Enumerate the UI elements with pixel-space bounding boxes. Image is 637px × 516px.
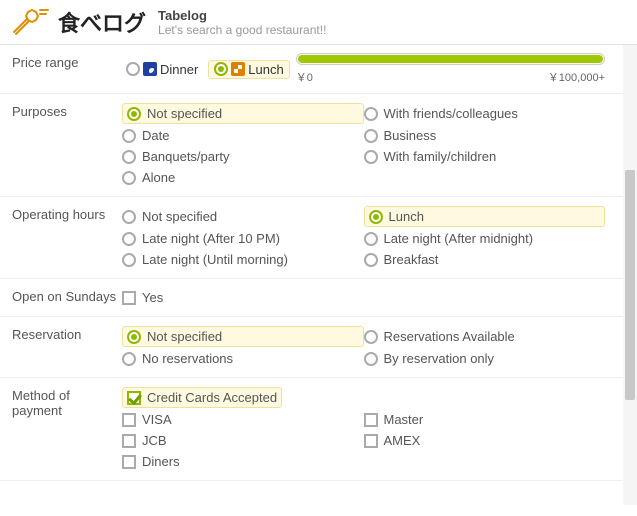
scrollbar[interactable] xyxy=(623,45,637,505)
tabelog-logo-icon xyxy=(10,6,52,38)
scrollbar-thumb[interactable] xyxy=(625,170,635,400)
hours-not-specified[interactable]: Not specified xyxy=(122,205,364,228)
checkbox-icon xyxy=(127,391,141,405)
checkbox-icon xyxy=(364,434,378,448)
app-name: Tabelog xyxy=(158,8,326,23)
tagline: Let's search a good restaurant!! xyxy=(158,23,326,37)
row-price-range: Price range Dinner Lunch ￥0 ￥100,000+ xyxy=(0,45,637,94)
logo-area: 食べログ xyxy=(10,6,146,38)
radio-icon xyxy=(364,232,378,246)
radio-icon xyxy=(126,62,140,76)
price-slider[interactable]: ￥0 ￥100,000+ xyxy=(296,53,605,85)
hours-until-morning[interactable]: Late night (Until morning) xyxy=(122,249,364,270)
toggle-lunch[interactable]: Lunch xyxy=(208,60,289,79)
reservation-only[interactable]: By reservation only xyxy=(364,348,606,369)
checkbox-icon xyxy=(122,434,136,448)
reservation-available[interactable]: Reservations Available xyxy=(364,325,606,348)
slider-fill xyxy=(298,55,603,63)
reservation-label: Reservation xyxy=(12,325,122,369)
purposes-label: Purposes xyxy=(12,102,122,188)
checkbox-icon xyxy=(364,413,378,427)
reservation-not-specified[interactable]: Not specified xyxy=(122,326,364,347)
radio-icon xyxy=(364,352,378,366)
radio-icon xyxy=(127,107,141,121)
radio-icon xyxy=(122,253,136,267)
hours-lunch[interactable]: Lunch xyxy=(364,206,606,227)
radio-icon xyxy=(122,352,136,366)
hours-after-midnight[interactable]: Late night (After midnight) xyxy=(364,228,606,249)
price-max: ￥100,000+ xyxy=(548,69,605,85)
radio-icon xyxy=(364,150,378,164)
radio-icon xyxy=(122,129,136,143)
hours-label: Operating hours xyxy=(12,205,122,270)
purpose-family[interactable]: With family/children xyxy=(364,146,606,167)
sun-icon xyxy=(231,62,245,76)
purpose-friends[interactable]: With friends/colleagues xyxy=(364,102,606,125)
price-min: ￥0 xyxy=(296,69,313,85)
payment-jcb[interactable]: JCB xyxy=(122,430,364,451)
checkbox-icon xyxy=(122,413,136,427)
lunch-label: Lunch xyxy=(248,62,283,77)
payment-label: Method of payment xyxy=(12,386,122,472)
reservation-none[interactable]: No reservations xyxy=(122,348,364,369)
app-header: 食べログ Tabelog Let's search a good restaur… xyxy=(0,0,637,45)
payment-diners[interactable]: Diners xyxy=(122,451,364,472)
radio-icon xyxy=(364,330,378,344)
radio-icon xyxy=(364,107,378,121)
purpose-alone[interactable]: Alone xyxy=(122,167,364,188)
radio-icon xyxy=(122,150,136,164)
slider-labels: ￥0 ￥100,000+ xyxy=(296,69,605,85)
checkbox-icon xyxy=(122,455,136,469)
payment-cc-accepted[interactable]: Credit Cards Accepted xyxy=(122,387,282,408)
purpose-banquets[interactable]: Banquets/party xyxy=(122,146,364,167)
checkbox-icon xyxy=(122,291,136,305)
payment-amex[interactable]: AMEX xyxy=(364,430,606,451)
radio-icon xyxy=(364,253,378,267)
payment-master[interactable]: Master xyxy=(364,409,606,430)
moon-icon xyxy=(143,62,157,76)
toggle-dinner[interactable]: Dinner xyxy=(122,62,202,77)
row-hours: Operating hours Not specified Lunch Late… xyxy=(0,197,637,279)
hours-breakfast[interactable]: Breakfast xyxy=(364,249,606,270)
radio-icon xyxy=(364,129,378,143)
sunday-label: Open on Sundays xyxy=(12,287,122,308)
purpose-date[interactable]: Date xyxy=(122,125,364,146)
purpose-business[interactable]: Business xyxy=(364,125,606,146)
price-range-label: Price range xyxy=(12,53,122,85)
slider-track[interactable] xyxy=(296,53,605,65)
sunday-yes[interactable]: Yes xyxy=(122,287,605,308)
filter-panel: Price range Dinner Lunch ￥0 ￥100,000+ xyxy=(0,45,637,481)
payment-visa[interactable]: VISA xyxy=(122,409,364,430)
radio-icon xyxy=(122,232,136,246)
radio-icon xyxy=(369,210,383,224)
purpose-not-specified[interactable]: Not specified xyxy=(122,103,364,124)
radio-icon xyxy=(122,171,136,185)
row-sunday: Open on Sundays Yes xyxy=(0,279,637,317)
row-purposes: Purposes Not specified With friends/coll… xyxy=(0,94,637,197)
radio-icon xyxy=(214,62,228,76)
hours-after-10pm[interactable]: Late night (After 10 PM) xyxy=(122,228,364,249)
radio-icon xyxy=(127,330,141,344)
row-reservation: Reservation Not specified Reservations A… xyxy=(0,317,637,378)
dinner-label: Dinner xyxy=(160,62,198,77)
row-payment: Method of payment Credit Cards Accepted … xyxy=(0,378,637,481)
logo-text: 食べログ xyxy=(58,6,146,38)
radio-icon xyxy=(122,210,136,224)
header-right: Tabelog Let's search a good restaurant!! xyxy=(158,8,326,37)
